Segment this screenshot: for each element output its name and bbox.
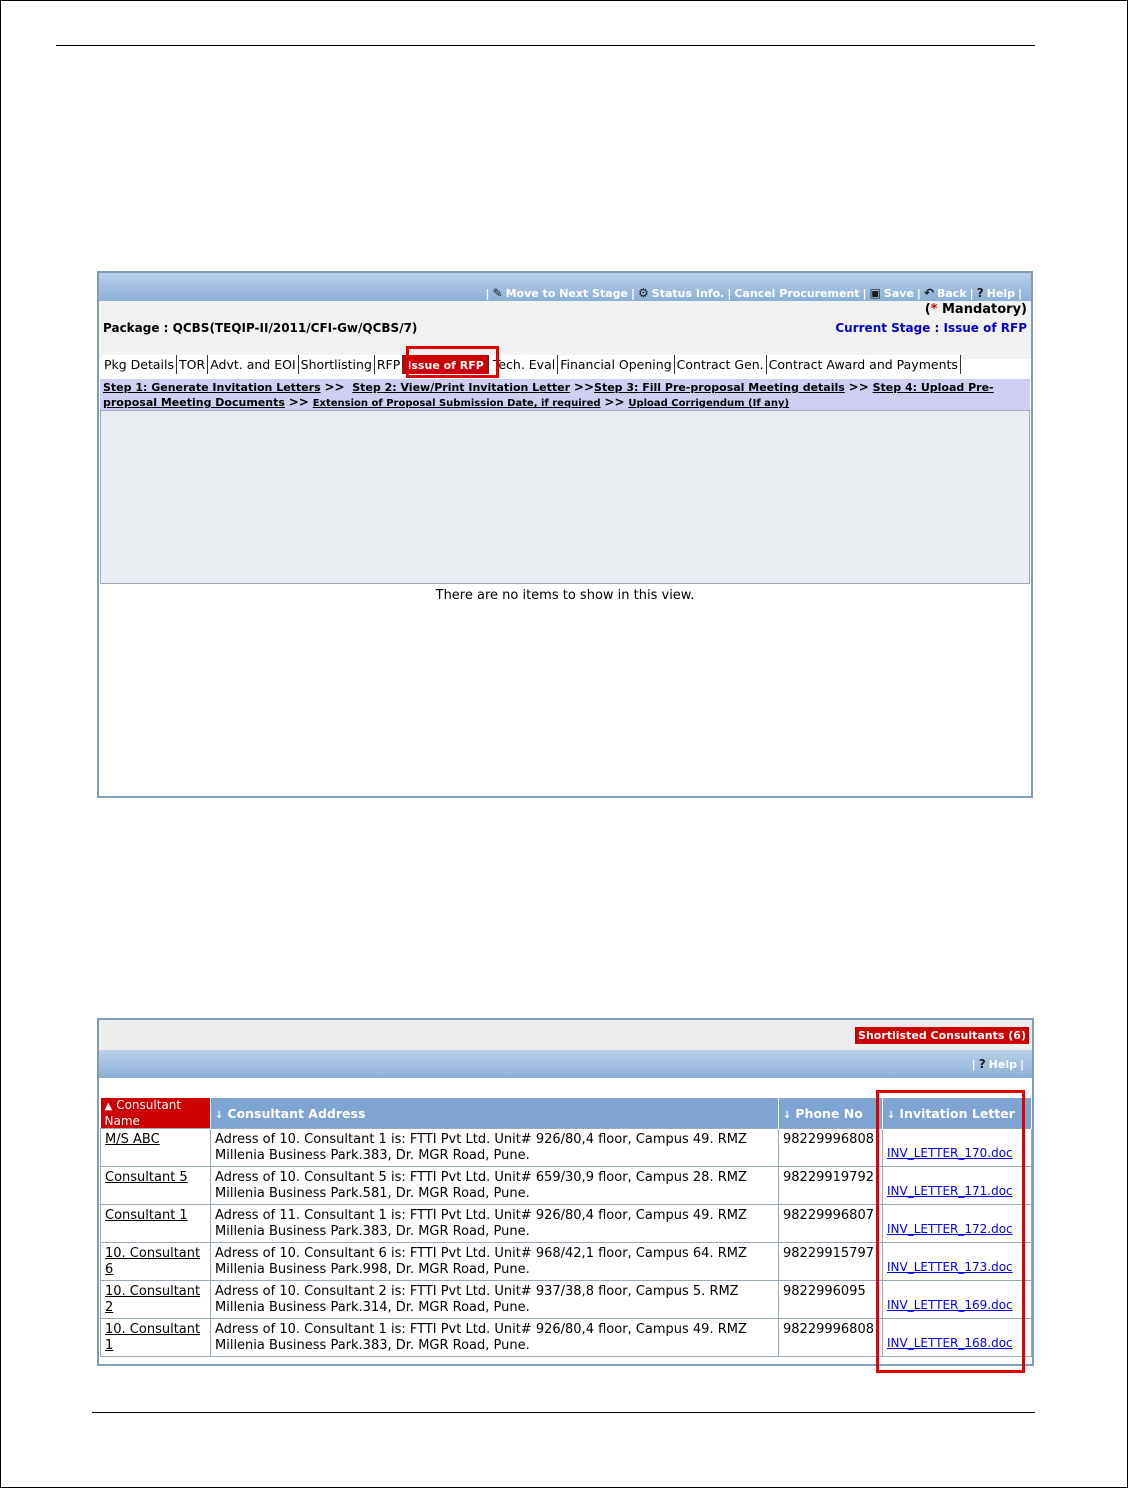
package-label: Package : QCBS(TEQIP-II/2011/CFI-Gw/QCBS… [103,321,418,335]
shortlisted-consultants-tab[interactable]: Shortlisted Consultants (6) [855,1027,1029,1044]
step2-link[interactable]: Step 2: View/Print Invitation Letter [352,381,570,394]
consultant-address: Adress of 10. Consultant 2 is: FTTI Pvt … [210,1280,779,1319]
consultant-address: Adress of 10. Consultant 5 is: FTTI Pvt … [210,1166,779,1205]
save-icon: ▣ [869,286,881,300]
package-info: (* Mandatory) Package : QCBS(TEQIP-II/20… [99,301,1031,359]
phone-number: 9822996095 [778,1280,883,1319]
phone-number: 98229915797 [778,1242,883,1281]
column-header-phone[interactable]: ↓ Phone No [778,1098,883,1129]
help-button[interactable]: ? Help [979,1057,1017,1071]
tab-shortlisting[interactable]: Shortlisting [298,355,375,374]
extension-link[interactable]: Extension of Proposal Submission Date, i… [313,398,601,409]
empty-message: There are no items to show in this view. [435,588,695,603]
cancel-procurement-button[interactable]: Cancel Procurement [734,287,859,300]
current-stage: Current Stage : Issue of RFP [835,321,1027,335]
save-button[interactable]: ▣ Save [870,286,914,300]
footer-rule [92,1412,1035,1413]
phone-number: 98229996807 [778,1204,883,1243]
phone-number: 98229996808 [778,1318,883,1357]
tab-tech-eval[interactable]: Tech. Eval [490,355,559,374]
action-toolbar: | ✎ Move to Next Stage | ⚙ Status Info. | … [99,273,1031,301]
step1-link[interactable]: Step 1: Generate Invitation Letters [103,381,321,394]
back-icon: ↶ [923,286,934,300]
tab-rfp[interactable]: RFP [374,355,404,374]
active-tab-highlight [406,346,499,378]
sort-down-icon: ↓ [783,1109,792,1121]
tab-advt-eoi[interactable]: Advt. and EOI [208,355,299,374]
phone-number: 98229996808 [778,1128,883,1167]
issue-of-rfp-screenshot: | ✎ Move to Next Stage | ⚙ Status Info. | … [97,271,1033,798]
tab-contract-gen[interactable]: Contract Gen. [674,355,767,374]
help-icon: ? [976,286,984,300]
help-icon: ? [978,1057,986,1071]
column-header-address[interactable]: ↓ Consultant Address [210,1098,779,1129]
required-star-icon: * [930,302,938,317]
step3-link[interactable]: Step 3: Fill Pre-proposal Meeting detail… [594,381,845,394]
consultant-name-link[interactable]: 10. Consultant 6 [105,1246,200,1277]
sort-down-icon: ↓ [215,1109,224,1121]
tab-tor[interactable]: TOR [177,355,209,374]
help-toolbar: | ? Help | [99,1050,1032,1078]
shortlisted-header: Shortlisted Consultants (6) [99,1020,1032,1050]
status-info-button[interactable]: ⚙ Status Info. [638,286,724,300]
header-rule [56,45,1035,46]
column-header-consultant-name[interactable]: ▲ Consultant Name [100,1098,211,1129]
corrigendum-link[interactable]: Upload Corrigendum (If any) [628,398,789,409]
consultant-address: Adress of 10. Consultant 1 is: FTTI Pvt … [210,1128,779,1167]
consultant-address: Adress of 10. Consultant 6 is: FTTI Pvt … [210,1242,779,1281]
mandatory-note: (* Mandatory) [924,302,1027,317]
invitation-letter-highlight [876,1090,1025,1373]
pencil-icon: ✎ [492,286,503,300]
gear-icon: ⚙ [638,286,649,300]
tab-contract-award[interactable]: Contract Award and Payments [766,355,961,374]
sort-up-icon: ▲ [104,1101,113,1112]
tab-financial-opening[interactable]: Financial Opening [558,355,675,374]
help-button[interactable]: ? Help [977,286,1015,300]
consultant-name-link[interactable]: M/S ABC [105,1132,160,1147]
tab-pkg-details[interactable]: Pkg Details [102,355,178,374]
step-links: Step 1: Generate Invitation Letters >> S… [100,379,1030,410]
consultant-name-link[interactable]: Consultant 5 [105,1170,188,1185]
content-panel [100,410,1030,584]
phone-number: 98229919792 [778,1166,883,1205]
stage-tabs: Pkg Details TOR Advt. and EOI Shortlisti… [102,355,961,374]
consultant-address: Adress of 10. Consultant 1 is: FTTI Pvt … [210,1318,779,1357]
consultant-address: Adress of 11. Consultant 1 is: FTTI Pvt … [210,1204,779,1243]
consultant-name-link[interactable]: 10. Consultant 2 [105,1284,200,1315]
consultant-name-link[interactable]: 10. Consultant 1 [105,1322,200,1353]
back-button[interactable]: ↶ Back [924,286,967,300]
move-next-stage-button[interactable]: ✎ Move to Next Stage [493,286,628,300]
consultant-name-link[interactable]: Consultant 1 [105,1208,188,1223]
